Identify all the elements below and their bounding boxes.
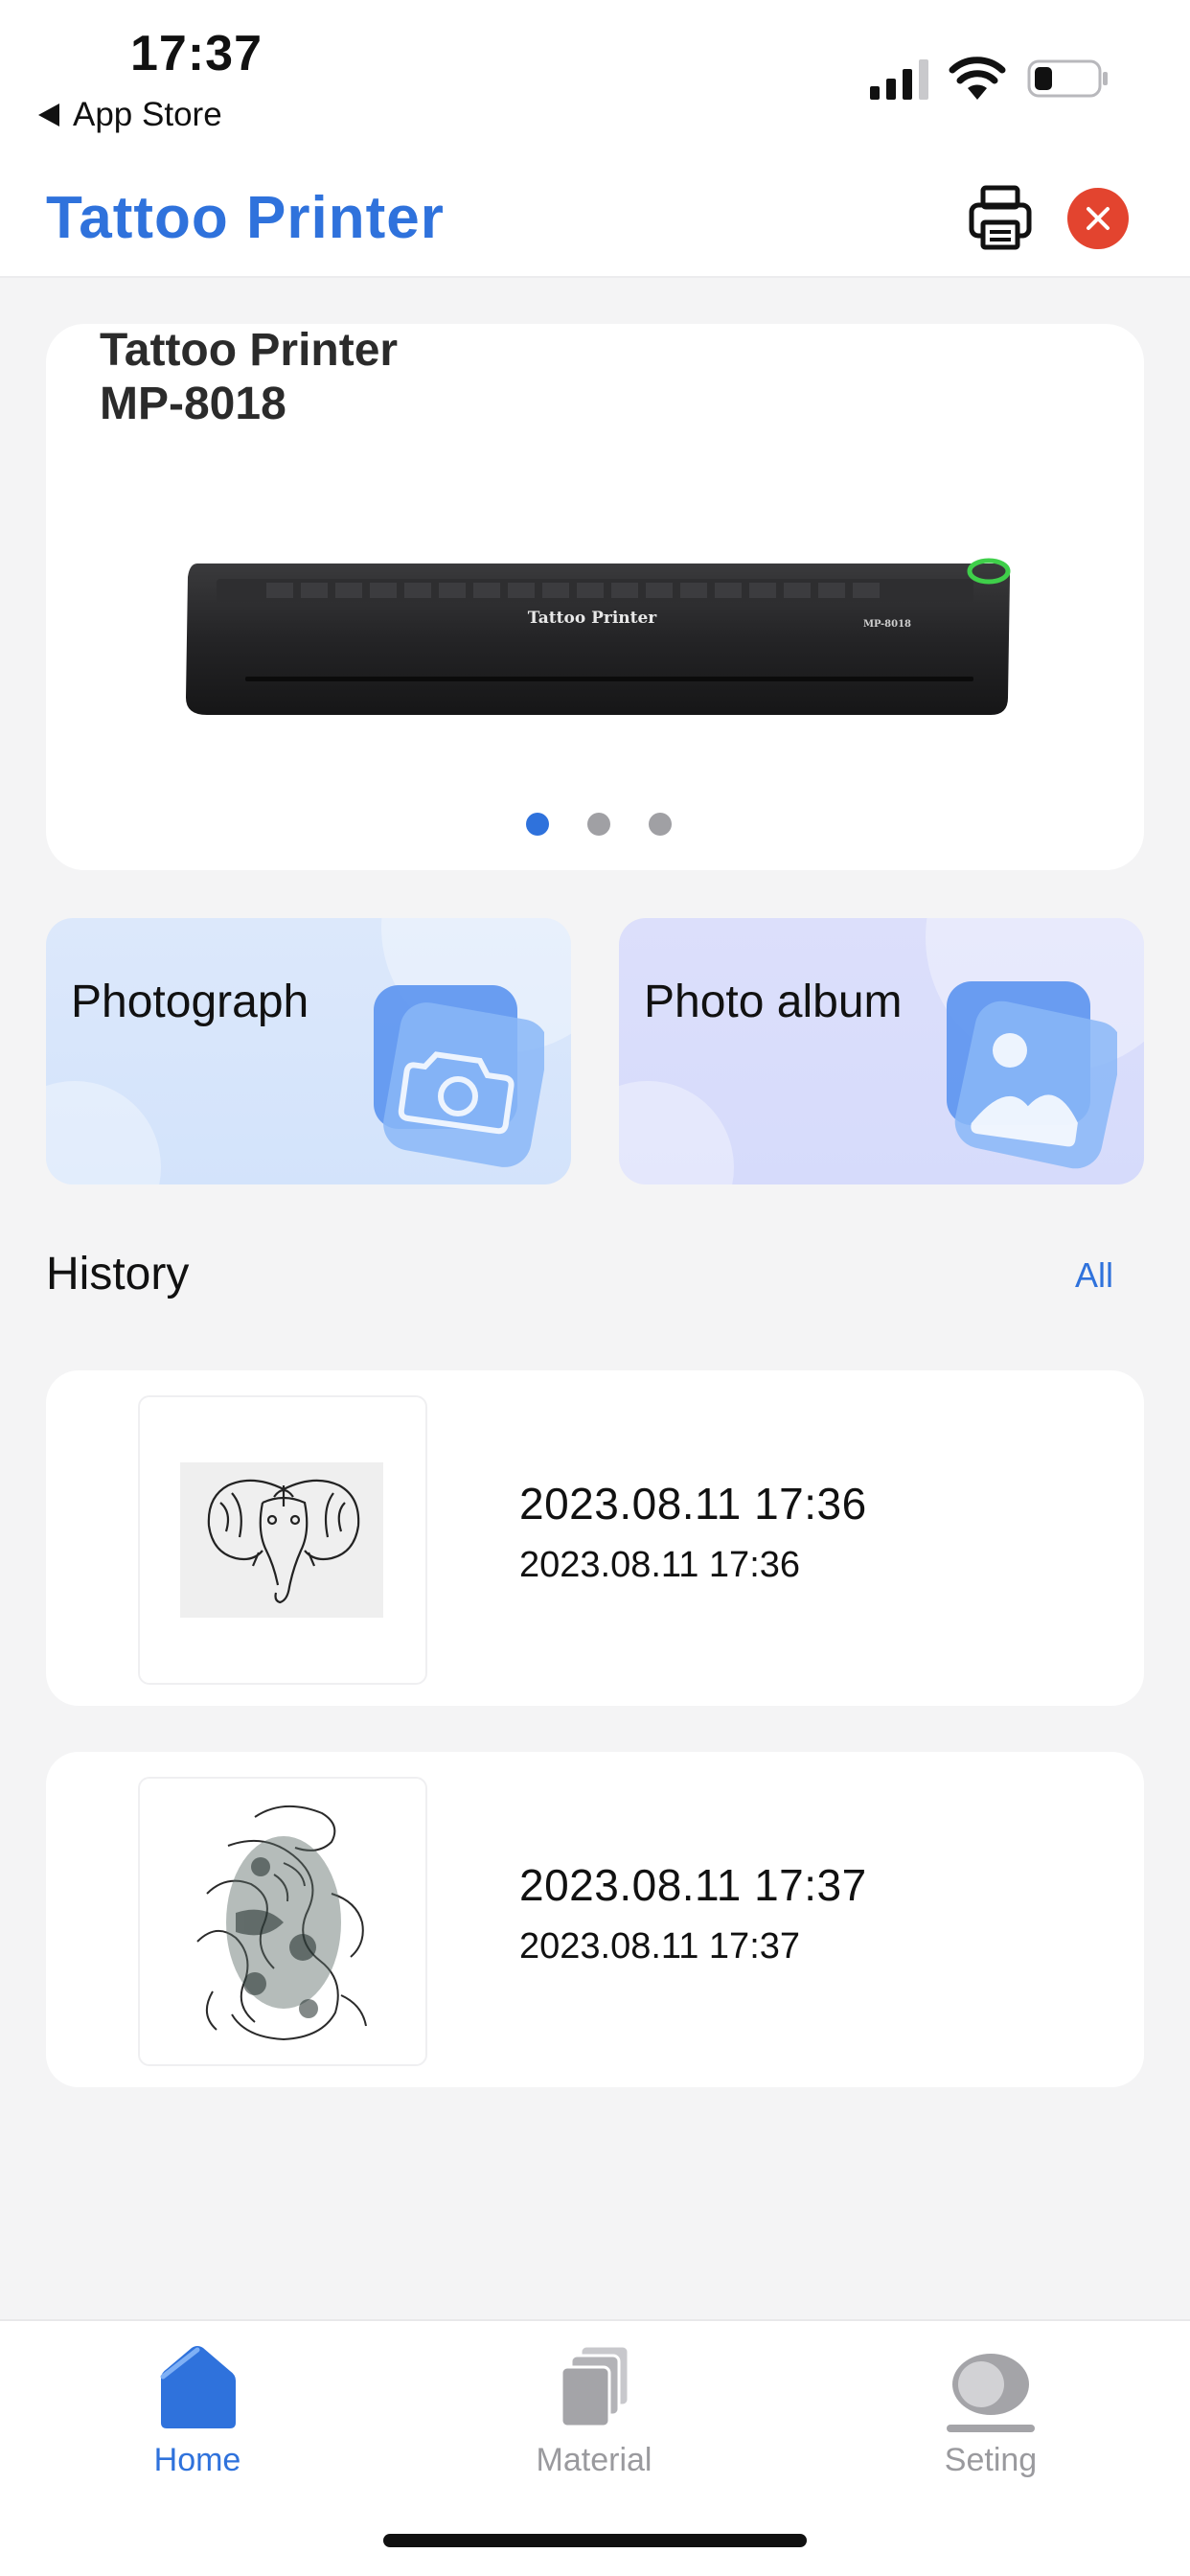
tab-material-label: Material <box>536 2442 652 2478</box>
close-icon <box>1087 207 1110 230</box>
banner-title-line2: MP-8018 <box>100 379 286 429</box>
home-icon <box>160 2346 236 2428</box>
product-banner[interactable]: Tattoo Printer MP-8018 Tattoo Printer MP… <box>46 324 1144 870</box>
history-item[interactable]: 2023.08.11 17:36 2023.08.11 17:36 <box>46 1370 1144 1706</box>
photo-album-label: Photo album <box>644 977 903 1027</box>
history-thumbnail <box>138 1395 427 1685</box>
layers-icon <box>560 2344 630 2428</box>
photograph-card[interactable]: Photograph <box>46 918 571 1184</box>
history-all-link[interactable]: All <box>1075 1255 1113 1296</box>
back-to-app-store[interactable]: App Store <box>38 96 222 134</box>
carousel-dot[interactable] <box>587 813 610 836</box>
history-item-title: 2023.08.11 17:37 <box>519 1860 867 1910</box>
card-decoration <box>46 1081 161 1184</box>
home-indicator[interactable] <box>383 2534 807 2547</box>
photo-album-card[interactable]: Photo album <box>619 918 1144 1184</box>
history-item-subtitle: 2023.08.11 17:37 <box>519 1926 801 1966</box>
tab-material[interactable]: Material <box>469 2321 719 2513</box>
battery-icon <box>1027 59 1108 98</box>
photograph-label: Photograph <box>71 977 309 1027</box>
printer-device-image: Tattoo Printer MP-8018 <box>186 558 1011 715</box>
app-title: Tattoo Printer <box>46 185 445 251</box>
back-triangle-icon <box>38 104 59 126</box>
close-button[interactable] <box>1067 188 1129 249</box>
device-label-text: Tattoo Printer <box>528 609 658 628</box>
history-thumbnail <box>138 1777 427 2066</box>
carousel-dot[interactable] <box>649 813 672 836</box>
image-icon <box>947 981 1117 1169</box>
dragon-tattoo-image <box>196 1805 367 2041</box>
history-title: History <box>46 1249 190 1300</box>
camera-icon <box>374 985 544 1167</box>
status-time: 17:37 <box>130 26 263 81</box>
carousel-dots <box>46 813 1144 836</box>
banner-title-line1: Tattoo Printer <box>100 325 399 376</box>
card-decoration <box>619 1081 734 1184</box>
tab-settings-label: Seting <box>944 2442 1038 2478</box>
elephant-tattoo-image <box>180 1462 383 1618</box>
tab-home-label: Home <box>153 2442 241 2478</box>
back-app-label: App Store <box>73 96 222 133</box>
app-header: Tattoo Printer <box>0 163 1190 278</box>
settings-icon <box>947 2354 1035 2432</box>
tab-settings[interactable]: Seting <box>866 2321 1115 2513</box>
cellular-signal-icon <box>870 59 928 100</box>
tab-home[interactable]: Home <box>73 2321 322 2513</box>
carousel-dot[interactable] <box>526 813 549 836</box>
wifi-icon <box>949 57 1006 100</box>
printer-icon[interactable] <box>968 184 1033 251</box>
history-item[interactable]: 2023.08.11 17:37 2023.08.11 17:37 <box>46 1752 1144 2087</box>
history-item-title: 2023.08.11 17:36 <box>519 1479 867 1529</box>
banner-title: Tattoo Printer MP-8018 <box>100 324 398 431</box>
history-item-subtitle: 2023.08.11 17:36 <box>519 1545 801 1585</box>
status-bar: 17:37 App Store <box>0 0 1190 163</box>
device-model-text: MP-8018 <box>863 619 911 630</box>
